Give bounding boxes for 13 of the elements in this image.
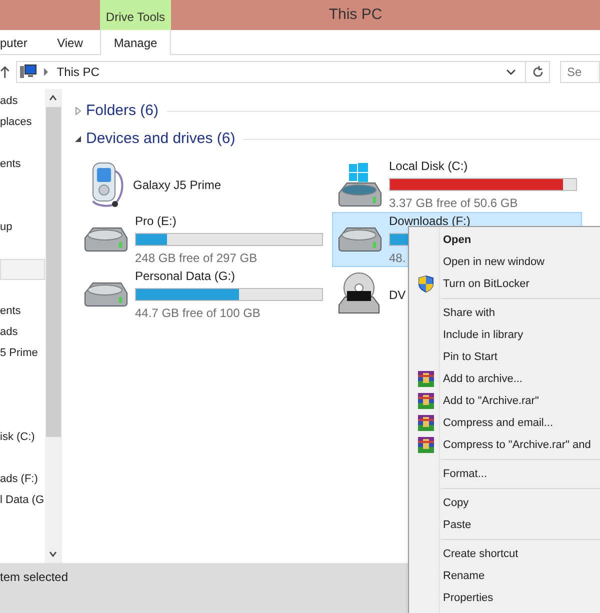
window-title: This PC	[328, 4, 382, 25]
device-name: Galaxy J5 Prime	[133, 176, 222, 194]
free-space-text: 248 GB free of 297 GB	[135, 250, 258, 267]
drive-name: Pro (E:)	[135, 213, 176, 230]
drive-name: Local Disk (C:)	[389, 158, 468, 175]
status-text: tem selected	[0, 569, 68, 586]
drive-name: Personal Data (G:)	[135, 268, 236, 285]
free-space-text: 48.	[389, 250, 406, 267]
address-path: This PC	[56, 64, 100, 81]
free-space-text: 44.7 GB free of 100 GB	[135, 305, 260, 322]
free-space-text: 3.37 GB free of 50.6 GB	[389, 195, 518, 212]
context-tab-header: Drive Tools	[100, 0, 171, 30]
device-name: DV	[389, 286, 406, 304]
